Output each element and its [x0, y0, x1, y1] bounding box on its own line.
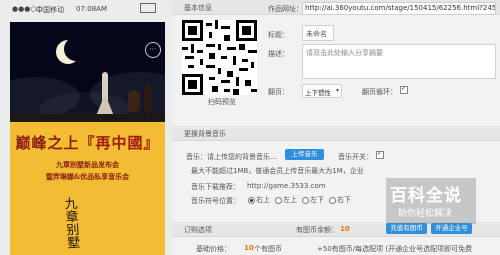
performer-dress [96, 94, 114, 116]
loop-checkbox[interactable]: ✓ [400, 85, 408, 94]
music-header: 更换背景音乐 [172, 126, 500, 141]
music-label: 音乐：请上传您的背景音乐... [186, 153, 277, 161]
base-price-unit: 个有图币 [254, 245, 282, 253]
poster-title: 巅峰之上『再中國』 [15, 134, 160, 152]
coins-balance-value: 10 [340, 225, 350, 233]
bassist-figure [144, 84, 152, 114]
base-price-label: 基础价格： [196, 245, 231, 253]
title-label: 标题： [268, 31, 289, 39]
music-size-note: 最大不能超过1MB，普通会员上传音乐最大为1M，企业 [191, 167, 364, 175]
option-price-note: +50有图币/每选配项 (开通企业号选配项即可免费 [317, 245, 473, 253]
poster-night-scene: ⋯ [10, 22, 165, 122]
music-switch-label: 音乐开关： [338, 153, 373, 161]
music-position-label: 音乐符号位置： [191, 197, 240, 205]
chevron-down-icon: ▾ [335, 87, 339, 94]
carrier-label: 中国移动 [36, 6, 64, 14]
dots-icon[interactable]: ⋯ [145, 42, 161, 58]
battery-icon [140, 3, 156, 13]
clock-label: 07:08AM [76, 5, 108, 13]
open-enterprise-button[interactable]: 开通企业号 [431, 223, 472, 234]
watermark-subtitle: 助你轻松解决 [398, 209, 453, 219]
phone-status-bar: ●●●○○ 中国移动 07:08AM [0, 0, 172, 22]
position-option-bottom-left[interactable]: 左下 [302, 195, 324, 205]
upload-music-button[interactable]: 上传音乐 [285, 149, 324, 160]
music-download-label: 音乐下载推荐： [191, 183, 240, 191]
base-price-value: 10 [244, 244, 254, 252]
phone-preview: ●●●○○ 中国移动 07:08AM ⋯ 巅峰之上『再中國』 九章别墅新品发布会… [0, 0, 172, 255]
flip-select[interactable]: 上下惯性 ▾ [302, 84, 342, 98]
description-label: 描述： [268, 50, 289, 58]
settings-panel: 基本信息 作品网址： http://ai.360youtu.com/stage/… [172, 0, 500, 255]
position-option-bottom-right[interactable]: 右下 [329, 195, 351, 205]
coins-balance-label: 有图币余额： [296, 226, 338, 234]
flip-label: 翻页： [268, 88, 289, 96]
url-label: 作品网址： [268, 5, 303, 13]
qr-code-icon [182, 20, 257, 95]
watermark-title: 百科全说 [390, 186, 462, 206]
poster-gold-panel: 巅峰之上『再中國』 九章别墅新品发布会 暨弄琳娜&优品私享音乐会 九章别墅 [10, 122, 165, 255]
position-option-top-right[interactable]: 右上 [248, 195, 270, 205]
qr-caption: 扫码预览 [208, 98, 236, 106]
poster-subtitle-1: 九章别墅新品发布会 [56, 160, 119, 169]
recharge-coins-button[interactable]: 充值有图币 [386, 223, 427, 234]
poster-subtitle-2: 暨弄琳娜&优品私享音乐会 [45, 172, 130, 181]
poster-logo: 九章别墅 [64, 196, 81, 252]
title-input[interactable]: 未命名 [302, 25, 334, 41]
cellist-figure [128, 90, 140, 112]
music-switch-checkbox[interactable]: ✓ [376, 150, 384, 159]
music-download-link[interactable]: http://game.3533.com [247, 182, 326, 190]
url-field[interactable]: http://ai.360youtu.com/stage/150415/6225… [302, 2, 496, 15]
position-option-top-left[interactable]: 左上 [275, 195, 297, 205]
description-textarea[interactable]: 请双击此处输入分享摘要 [302, 44, 496, 79]
loop-label: 翻页循环： [362, 88, 397, 96]
